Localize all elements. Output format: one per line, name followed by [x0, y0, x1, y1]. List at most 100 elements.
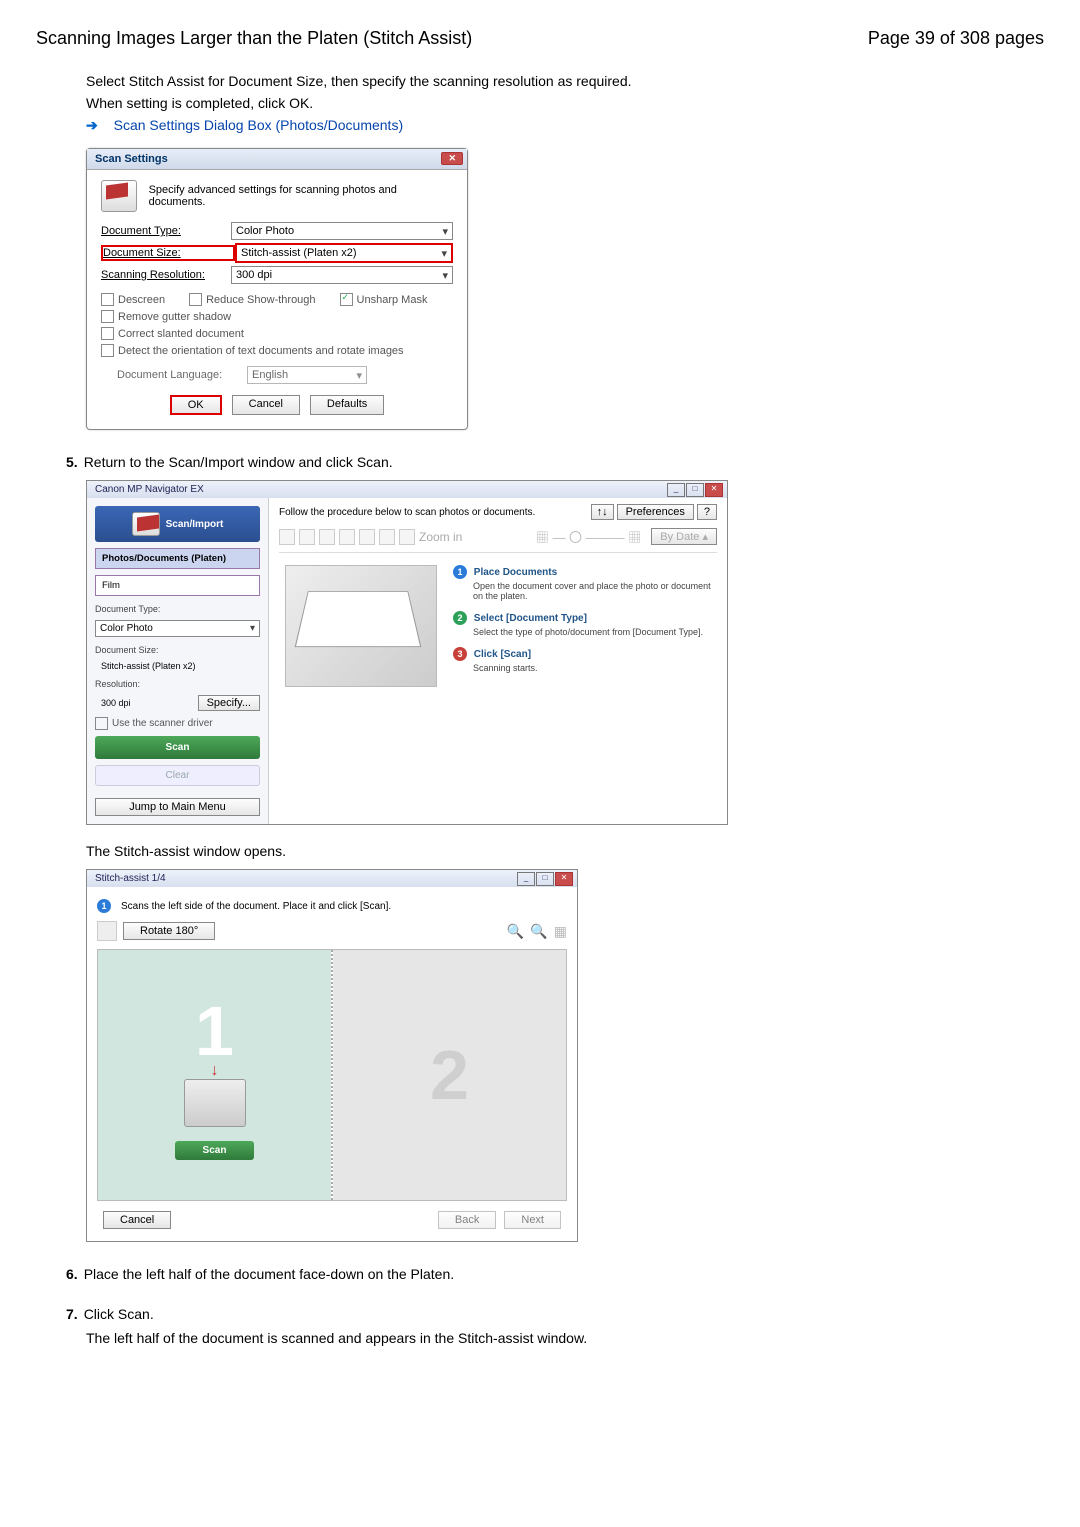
label-reduce: Reduce Show-through	[206, 294, 315, 306]
label-doc-type: Document Type:	[95, 604, 260, 614]
maximize-icon[interactable]: □	[686, 483, 704, 497]
checkbox-descreen[interactable]	[101, 293, 114, 306]
scan-import-header: Scan/Import	[95, 506, 260, 542]
toolbar-icon[interactable]	[279, 529, 295, 545]
panel-number-1: 1	[195, 991, 234, 1071]
label-descreen: Descreen	[118, 294, 165, 306]
dialog-desc: Specify advanced settings for scanning p…	[149, 184, 453, 208]
zoom-label: Zoom in	[419, 530, 462, 544]
toolbar-icon[interactable]	[339, 529, 355, 545]
paragraph: When setting is completed, click OK.	[86, 95, 1044, 111]
tab-film[interactable]: Film	[95, 575, 260, 596]
toolbar-icon[interactable]	[319, 529, 335, 545]
label-resolution: Scanning Resolution:	[101, 269, 231, 281]
step3-desc: Scanning starts.	[473, 663, 711, 673]
scanner-illustration	[285, 565, 437, 687]
scan-settings-dialog: Scan Settings ✕ Specify advanced setting…	[86, 148, 468, 430]
step1-desc: Open the document cover and place the ph…	[473, 581, 711, 601]
page-title: Scanning Images Larger than the Platen (…	[36, 28, 472, 49]
step2-title: Select [Document Type]	[474, 613, 587, 624]
sort-bydate-button[interactable]: By Date ▴	[651, 528, 717, 545]
label-doc-size: Document Size:	[95, 645, 260, 655]
instruction-text: Follow the procedure below to scan photo…	[279, 507, 535, 518]
value-resolution: 300 dpi	[95, 698, 131, 708]
rotate-button[interactable]: Rotate 180°	[123, 922, 215, 940]
label-lang: Document Language:	[101, 369, 247, 381]
label-gutter: Remove gutter shadow	[118, 311, 231, 323]
select-doc-type[interactable]: Color Photo	[95, 620, 260, 637]
label-unsharp: Unsharp Mask	[357, 294, 428, 306]
close-icon[interactable]: ✕	[441, 152, 463, 165]
scanner-icon	[132, 512, 160, 536]
zoom-in-icon[interactable]: 🔍	[507, 923, 524, 940]
checkbox-detect[interactable]	[101, 344, 114, 357]
link-line: ➔ Scan Settings Dialog Box (Photos/Docum…	[86, 117, 1044, 134]
toolbar: Zoom in ▦ — 〇 ——— ▦ By Date ▴	[279, 524, 717, 553]
page-indicator: Page 39 of 308 pages	[868, 28, 1044, 49]
minimize-icon[interactable]: _	[667, 483, 685, 497]
paragraph: Select Stitch Assist for Document Size, …	[86, 73, 1044, 89]
stitch-left-panel: 1 Scan	[98, 950, 331, 1200]
mp-navigator-window: Canon MP Navigator EX _ □ ✕ Scan/Import …	[86, 480, 728, 825]
back-button: Back	[438, 1211, 496, 1229]
step-6: 6.Place the left half of the document fa…	[66, 1266, 1044, 1282]
link-scan-settings[interactable]: Scan Settings Dialog Box (Photos/Documen…	[114, 117, 403, 133]
scan-button[interactable]: Scan	[95, 736, 260, 759]
fit-icon[interactable]: ▦	[554, 923, 567, 940]
value-doc-size: Stitch-assist (Platen x2)	[95, 661, 260, 671]
toolbar-icon[interactable]	[399, 529, 415, 545]
help-button[interactable]: ?	[697, 504, 717, 520]
paragraph: The left half of the document is scanned…	[86, 1330, 1044, 1346]
close-icon[interactable]: ✕	[555, 872, 573, 886]
ok-button[interactable]: OK	[170, 395, 222, 415]
dialog-titlebar: Scan Settings ✕	[87, 149, 467, 170]
stitch-assist-window: Stitch-assist 1/4 _ □ ✕ 1 Scans the left…	[86, 869, 578, 1242]
select-lang: English	[247, 366, 367, 384]
toolbar-icon[interactable]	[299, 529, 315, 545]
scanner-icon	[184, 1079, 246, 1127]
scanner-icon	[101, 180, 137, 212]
paragraph: The Stitch-assist window opens.	[86, 843, 1044, 859]
swap-icon[interactable]	[97, 921, 117, 941]
scan-button[interactable]: Scan	[175, 1141, 255, 1160]
dialog-title-text: Scan Settings	[95, 153, 168, 165]
select-resolution[interactable]: 300 dpi	[231, 266, 453, 284]
clear-button: Clear	[95, 765, 260, 786]
arrow-icon: ➔	[86, 117, 98, 133]
toolbar-icon[interactable]	[379, 529, 395, 545]
cancel-button[interactable]: Cancel	[103, 1211, 171, 1229]
toolbar-icon[interactable]	[359, 529, 375, 545]
panel-number-2: 2	[430, 1035, 469, 1115]
maximize-icon[interactable]: □	[536, 872, 554, 886]
step-badge-2: 2	[453, 611, 467, 625]
preferences-button[interactable]: Preferences	[617, 504, 694, 520]
stitch-right-panel: 2	[333, 950, 566, 1200]
checkbox-reduce[interactable]	[189, 293, 202, 306]
step-7: 7.Click Scan.	[66, 1306, 1044, 1322]
select-doc-type[interactable]: Color Photo	[231, 222, 453, 240]
step-badge-3: 3	[453, 647, 467, 661]
cancel-button[interactable]: Cancel	[232, 395, 300, 415]
close-icon[interactable]: ✕	[705, 483, 723, 497]
checkbox-use-driver[interactable]	[95, 717, 108, 730]
label-doc-type: Document Type:	[101, 225, 231, 237]
window-titlebar: Stitch-assist 1/4 _ □ ✕	[87, 870, 577, 887]
checkbox-unsharp[interactable]	[340, 293, 353, 306]
jump-main-menu-button[interactable]: Jump to Main Menu	[95, 798, 260, 816]
tab-photos-docs[interactable]: Photos/Documents (Platen)	[95, 548, 260, 569]
select-doc-size[interactable]: Stitch-assist (Platen x2)	[235, 243, 453, 263]
stitch-instruction: Scans the left side of the document. Pla…	[121, 901, 391, 912]
minimize-icon[interactable]: _	[517, 872, 535, 886]
defaults-button[interactable]: Defaults	[310, 395, 384, 415]
specify-button[interactable]: Specify...	[198, 695, 260, 711]
window-title: Stitch-assist 1/4	[95, 873, 166, 884]
window-title: Canon MP Navigator EX	[95, 484, 204, 495]
sort-button[interactable]: ↑↓	[591, 504, 614, 520]
step-badge-1: 1	[453, 565, 467, 579]
next-button: Next	[504, 1211, 561, 1229]
checkbox-slant[interactable]	[101, 327, 114, 340]
step2-desc: Select the type of photo/document from […	[473, 627, 711, 637]
label-slant: Correct slanted document	[118, 328, 244, 340]
checkbox-gutter[interactable]	[101, 310, 114, 323]
zoom-out-icon[interactable]: 🔍	[530, 923, 547, 940]
